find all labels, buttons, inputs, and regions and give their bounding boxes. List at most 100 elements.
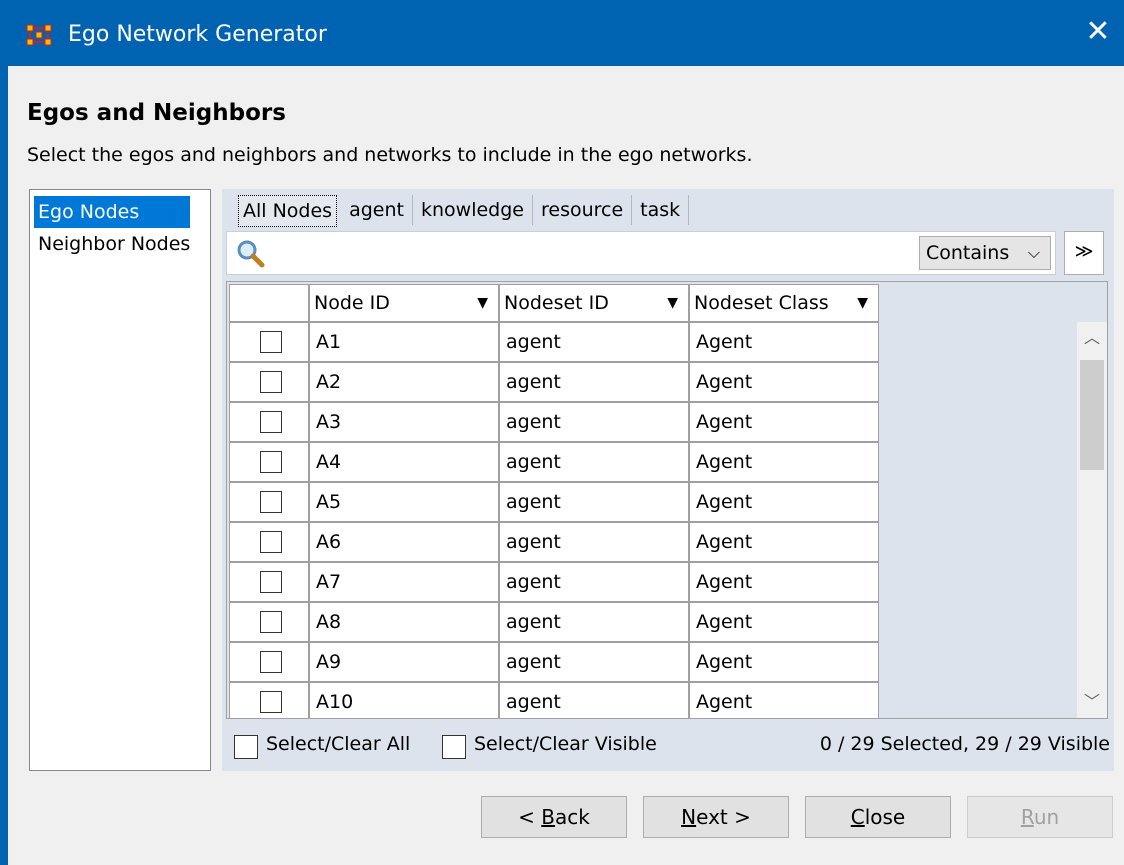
row-checkbox-cell[interactable] xyxy=(229,362,309,402)
cell-nodeset-class[interactable]: Agent xyxy=(689,602,879,642)
row-checkbox[interactable] xyxy=(260,691,282,713)
column-header-label: Nodeset Class xyxy=(694,292,829,314)
category-list: Ego Nodes Neighbor Nodes xyxy=(29,189,211,771)
next-label-suffix: ext > xyxy=(696,805,751,829)
cell-nodeset-class[interactable]: Agent xyxy=(689,402,879,442)
cell-nodeset-class[interactable]: Agent xyxy=(689,682,879,718)
window-title: Ego Network Generator xyxy=(68,22,327,47)
row-checkbox-cell[interactable] xyxy=(229,442,309,482)
cell-node-id[interactable]: A3 xyxy=(309,402,499,442)
row-checkbox[interactable] xyxy=(260,411,282,433)
back-button[interactable]: < Back xyxy=(481,796,627,838)
cell-node-id[interactable]: A6 xyxy=(309,522,499,562)
row-checkbox[interactable] xyxy=(260,331,282,353)
expand-filter-button[interactable]: ≫ xyxy=(1064,231,1104,275)
cell-node-id[interactable]: A1 xyxy=(309,322,499,362)
run-label-suffix: un xyxy=(1033,805,1060,829)
cell-nodeset-id[interactable]: agent xyxy=(499,602,689,642)
row-checkbox-cell[interactable] xyxy=(229,522,309,562)
cell-nodeset-class[interactable]: Agent xyxy=(689,442,879,482)
row-checkbox[interactable] xyxy=(260,651,282,673)
cell-nodeset-id[interactable]: agent xyxy=(499,322,689,362)
node-selection-panel: All Nodes agent knowledge resource task … xyxy=(222,189,1114,771)
scroll-down-icon[interactable]: ﹀ xyxy=(1077,688,1107,716)
close-button[interactable]: Close xyxy=(805,796,951,838)
page-title: Egos and Neighbors xyxy=(27,100,286,126)
close-mnemonic: C xyxy=(850,805,865,829)
cell-node-id[interactable]: A5 xyxy=(309,482,499,522)
cell-nodeset-id[interactable]: agent xyxy=(499,562,689,602)
back-label-prefix: < xyxy=(518,805,542,829)
sidebar-item-ego-nodes[interactable]: Ego Nodes xyxy=(34,196,190,228)
nodes-table: Node ID ▼ Nodeset ID ▼ Nodeset Class ▼ A… xyxy=(226,281,1108,719)
row-checkbox-cell[interactable] xyxy=(229,602,309,642)
run-button: Run xyxy=(967,796,1113,838)
cell-nodeset-id[interactable]: agent xyxy=(499,682,689,718)
row-checkbox-cell[interactable] xyxy=(229,642,309,682)
cell-node-id[interactable]: A2 xyxy=(309,362,499,402)
row-checkbox-cell[interactable] xyxy=(229,682,309,718)
match-mode-dropdown[interactable]: Contains ⌵ xyxy=(919,236,1051,270)
cell-nodeset-id[interactable]: agent xyxy=(499,642,689,682)
search-input[interactable]: Contains ⌵ xyxy=(226,231,1056,275)
select-visible-label[interactable]: Select/Clear Visible xyxy=(474,733,657,755)
cell-nodeset-id[interactable]: agent xyxy=(499,522,689,562)
cell-nodeset-class[interactable]: Agent xyxy=(689,482,879,522)
title-bar[interactable]: Ego Network Generator ✕ xyxy=(8,0,1124,66)
tab-knowledge[interactable]: knowledge xyxy=(413,195,533,225)
cell-nodeset-id[interactable]: agent xyxy=(499,362,689,402)
sort-dropdown-icon[interactable]: ▼ xyxy=(477,285,488,321)
cell-nodeset-class[interactable]: Agent xyxy=(689,362,879,402)
table-scrollbar[interactable]: ︿ ﹀ xyxy=(1077,322,1107,718)
run-mnemonic: R xyxy=(1020,805,1034,829)
row-checkbox[interactable] xyxy=(260,531,282,553)
row-checkbox[interactable] xyxy=(260,491,282,513)
close-window-icon[interactable]: ✕ xyxy=(1080,14,1116,50)
match-mode-value: Contains xyxy=(926,242,1010,264)
row-checkbox-cell[interactable] xyxy=(229,562,309,602)
back-label-suffix: ack xyxy=(555,805,590,829)
select-all-label[interactable]: Select/Clear All xyxy=(266,733,410,755)
row-checkbox[interactable] xyxy=(260,371,282,393)
next-button[interactable]: Next > xyxy=(643,796,789,838)
row-checkbox[interactable] xyxy=(260,571,282,593)
close-label-suffix: lose xyxy=(864,805,906,829)
tab-all-nodes[interactable]: All Nodes xyxy=(238,195,338,227)
row-checkbox-cell[interactable] xyxy=(229,482,309,522)
column-header-nodeset-class[interactable]: Nodeset Class ▼ xyxy=(689,284,879,322)
row-checkbox-cell[interactable] xyxy=(229,402,309,442)
tab-task[interactable]: task xyxy=(632,195,690,225)
row-checkbox-cell[interactable] xyxy=(229,322,309,362)
cell-nodeset-class[interactable]: Agent xyxy=(689,562,879,602)
row-checkbox[interactable] xyxy=(260,451,282,473)
cell-node-id[interactable]: A7 xyxy=(309,562,499,602)
scrollbar-thumb[interactable] xyxy=(1080,360,1104,470)
cell-node-id[interactable]: A9 xyxy=(309,642,499,682)
tab-agent[interactable]: agent xyxy=(341,195,413,225)
cell-nodeset-class[interactable]: Agent xyxy=(689,322,879,362)
cell-nodeset-class[interactable]: Agent xyxy=(689,522,879,562)
column-header-nodeset-id[interactable]: Nodeset ID ▼ xyxy=(499,284,689,322)
chevron-down-icon: ⌵ xyxy=(1027,243,1040,262)
page-description: Select the egos and neighbors and networ… xyxy=(27,144,753,166)
select-all-checkbox[interactable] xyxy=(234,735,258,759)
cell-nodeset-id[interactable]: agent xyxy=(499,482,689,522)
sort-dropdown-icon[interactable]: ▼ xyxy=(667,285,678,321)
column-header-label: Nodeset ID xyxy=(504,292,609,314)
sidebar-item-neighbor-nodes[interactable]: Neighbor Nodes xyxy=(34,228,194,260)
search-icon xyxy=(237,240,265,268)
cell-node-id[interactable]: A10 xyxy=(309,682,499,718)
cell-nodeset-class[interactable]: Agent xyxy=(689,642,879,682)
select-visible-checkbox[interactable] xyxy=(442,735,466,759)
cell-nodeset-id[interactable]: agent xyxy=(499,442,689,482)
row-checkbox[interactable] xyxy=(260,611,282,633)
cell-node-id[interactable]: A4 xyxy=(309,442,499,482)
scroll-up-icon[interactable]: ︿ xyxy=(1077,324,1107,352)
nodeset-tabs: All Nodes agent knowledge resource task xyxy=(238,195,690,229)
cell-nodeset-id[interactable]: agent xyxy=(499,402,689,442)
tab-resource[interactable]: resource xyxy=(533,195,633,225)
sort-dropdown-icon[interactable]: ▼ xyxy=(857,285,868,321)
table-footer: Select/Clear All Select/Clear Visible 0 … xyxy=(222,729,1114,769)
cell-node-id[interactable]: A8 xyxy=(309,602,499,642)
column-header-node-id[interactable]: Node ID ▼ xyxy=(309,284,499,322)
